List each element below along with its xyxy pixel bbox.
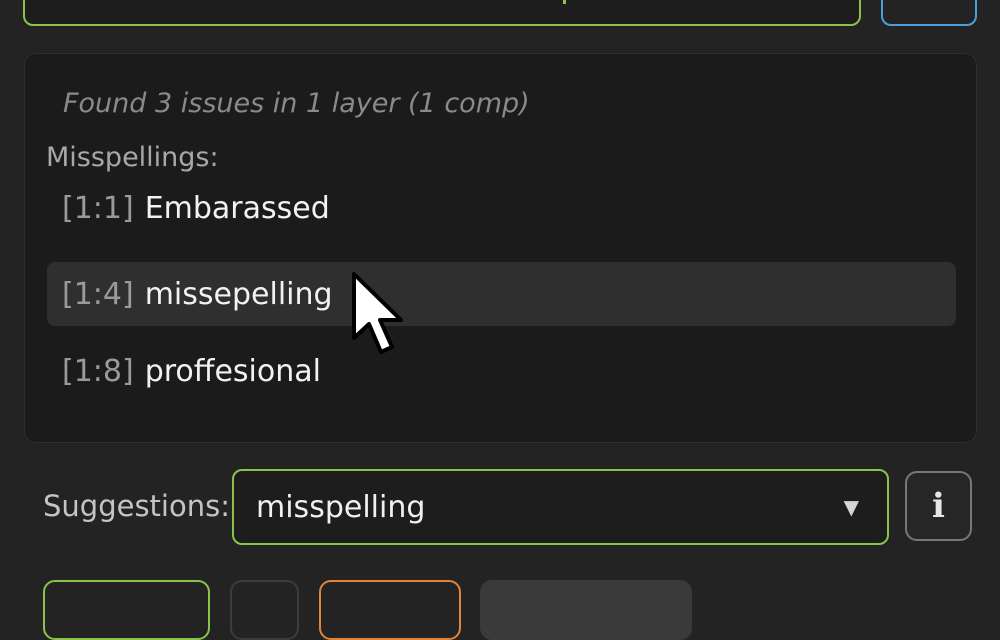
- issue-word: Embarassed: [144, 190, 330, 226]
- search-field[interactable]: [23, 0, 861, 26]
- issue-location: [1:8]: [62, 353, 134, 389]
- misspellings-heading: Misspellings:: [46, 142, 219, 173]
- info-button[interactable]: i: [905, 471, 972, 541]
- issue-word: proffesional: [144, 353, 321, 389]
- results-panel: Found 3 issues in 1 layer (1 comp) Missp…: [24, 53, 977, 443]
- bottom-button-green[interactable]: [43, 580, 210, 640]
- suggestions-label: Suggestions:: [43, 489, 230, 523]
- text-caret: [563, 0, 566, 4]
- suggestions-dropdown[interactable]: misspelling ▼: [232, 469, 889, 545]
- bottom-button-small[interactable]: [230, 580, 299, 640]
- issue-row[interactable]: [1:8] proffesional: [47, 339, 956, 403]
- results-summary: Found 3 issues in 1 layer (1 comp): [63, 88, 530, 119]
- issue-location: [1:1]: [62, 190, 134, 226]
- issue-location: [1:4]: [62, 276, 134, 312]
- info-icon: i: [932, 486, 945, 526]
- bottom-button-orange[interactable]: [319, 580, 461, 640]
- issue-row[interactable]: [1:1] Embarassed: [47, 176, 956, 240]
- mouse-pointer-icon: [352, 272, 403, 354]
- suggestions-selected-value: misspelling: [256, 489, 426, 525]
- issue-row-selected[interactable]: [1:4] missepelling: [47, 262, 956, 326]
- issue-word: missepelling: [144, 276, 333, 312]
- top-action-button[interactable]: [881, 0, 977, 26]
- bottom-button-gray[interactable]: [480, 580, 692, 640]
- dropdown-arrow-icon: ▼: [843, 495, 859, 519]
